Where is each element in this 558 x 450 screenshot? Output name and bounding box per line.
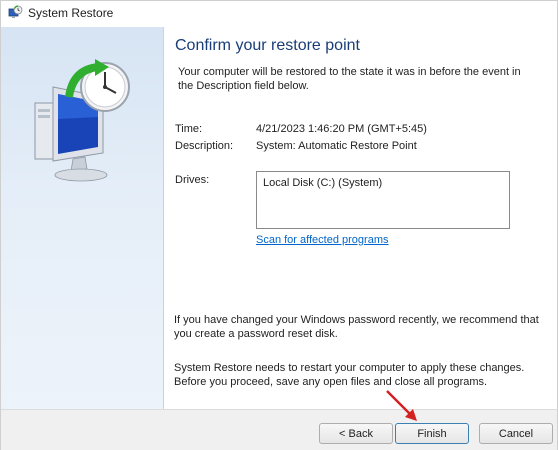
drive-list-item[interactable]: Local Disk (C:) (System) [263, 177, 382, 189]
drives-list[interactable]: Local Disk (C:) (System) [256, 171, 510, 229]
intro-text: Your computer will be restored to the st… [178, 66, 521, 92]
drives-label: Drives: [175, 174, 210, 186]
red-pointer-arrow-icon [383, 387, 423, 427]
back-button[interactable]: < Back [319, 423, 393, 444]
sidebar-panel [1, 27, 164, 409]
title-bar: System Restore [1, 1, 557, 27]
restart-note: System Restore needs to restart your com… [174, 362, 525, 388]
content-panel: Confirm your restore point Your computer… [164, 27, 557, 409]
scan-affected-programs-link[interactable]: Scan for affected programs [256, 234, 388, 246]
time-label: Time: [175, 123, 203, 135]
page-title: Confirm your restore point [175, 37, 360, 54]
window-title: System Restore [28, 6, 114, 20]
button-bar: < Back Finish Cancel [1, 409, 557, 450]
description-value: System: Automatic Restore Point [256, 140, 417, 152]
computer-restore-clock-icon [29, 57, 139, 187]
cancel-button[interactable]: Cancel [479, 423, 553, 444]
time-value: 4/21/2023 1:46:20 PM (GMT+5:45) [256, 123, 427, 135]
password-note: If you have changed your Windows passwor… [174, 314, 539, 340]
system-restore-window: System Restore Confirm your restore poin… [0, 0, 558, 450]
system-restore-icon [7, 5, 23, 21]
description-label: Description: [175, 140, 234, 152]
